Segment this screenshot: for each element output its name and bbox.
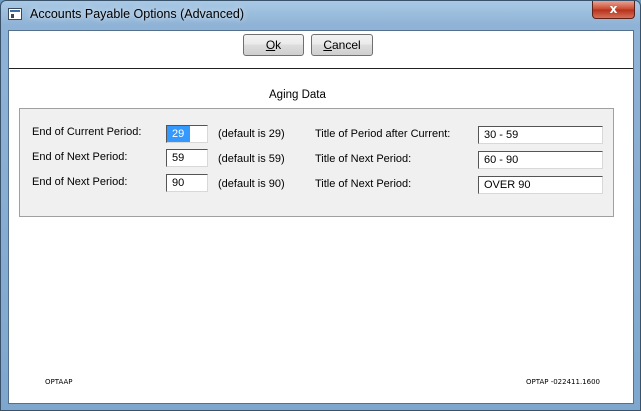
title-next-period-label: Title of Next Period: (315, 153, 412, 165)
close-button[interactable]: x (592, 1, 635, 19)
title-bar[interactable]: Accounts Payable Options (Advanced) x (1, 1, 640, 29)
cancel-button[interactable]: Cancel (311, 34, 373, 56)
close-icon: x (609, 2, 618, 16)
end-current-period-label: End of Current Period: (32, 126, 142, 138)
end-next-period-label: End of Next Period: (32, 176, 128, 188)
end-current-period-value: 29 (167, 126, 191, 142)
title-next-period-2-input[interactable]: OVER 90 (478, 176, 603, 194)
separator (9, 68, 633, 69)
default-hint: (default is 90) (218, 178, 285, 190)
title-next-period-label: Title of Next Period: (315, 178, 412, 190)
end-next-period-label: End of Next Period: (32, 151, 128, 163)
ok-button[interactable]: Ok (243, 34, 304, 56)
end-next-period-input[interactable]: 59 (166, 149, 208, 167)
dialog-body: Ok Cancel Aging Data End of Current Peri… (8, 30, 634, 404)
window: Accounts Payable Options (Advanced) x Ok… (0, 0, 641, 411)
cancel-mnemonic: C (323, 38, 332, 52)
cancel-label: ancel (331, 38, 361, 52)
title-next-period-input[interactable]: 60 - 90 (478, 151, 603, 169)
title-after-current-input[interactable]: 30 - 59 (478, 126, 603, 144)
app-icon[interactable] (8, 8, 22, 20)
end-current-period-input[interactable]: 29 (166, 125, 208, 143)
window-title: Accounts Payable Options (Advanced) (30, 7, 245, 21)
ok-mnemonic: O (265, 38, 276, 52)
section-title: Aging Data (269, 89, 326, 101)
default-hint: (default is 29) (218, 128, 285, 140)
form-code-right: OPTAP -022411.1600 (526, 378, 600, 386)
default-hint: (default is 59) (218, 153, 285, 165)
aging-data-group: End of Current Period: 29 (default is 29… (19, 108, 614, 217)
end-next-period-2-input[interactable]: 90 (166, 174, 208, 192)
title-after-current-label: Title of Period after Current: (315, 128, 451, 140)
form-code-left: OPTAAP (45, 378, 73, 386)
ok-label: k (275, 38, 282, 52)
